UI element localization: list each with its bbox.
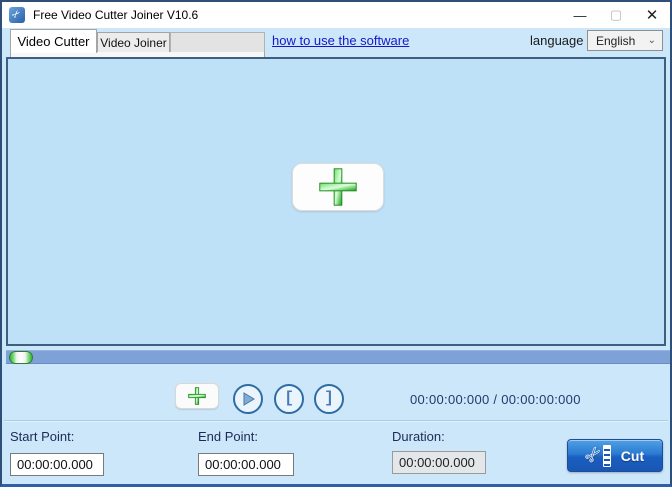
language-dropdown[interactable]: English ⌄ [587,30,663,51]
close-button[interactable]: ✕ [634,2,670,28]
add-file-button[interactable] [175,383,219,409]
start-point-input[interactable] [10,453,104,476]
cut-button-label: Cut [621,448,644,464]
tab-video-cutter[interactable]: Video Cutter [10,29,97,53]
duration-display [392,451,486,474]
language-value: English [596,34,635,48]
window-title: Free Video Cutter Joiner V10.6 [33,8,198,22]
end-point-label: End Point: [198,429,258,444]
duration-label: Duration: [392,429,445,444]
scissors-film-icon: ✄ [586,445,611,467]
section-divider [4,420,668,422]
play-button[interactable] [233,384,263,414]
playback-time-display: 00:00:00:000 / 00:00:00:000 [410,392,610,407]
green-plus-icon [187,386,207,406]
video-preview-area [6,57,666,346]
maximize-button: ▢ [598,2,634,28]
tab-strip-filler [170,32,265,53]
right-bracket-icon: ] [324,390,334,406]
seek-bar[interactable] [6,350,670,364]
left-bracket-icon: [ [284,390,294,406]
end-point-input[interactable] [198,453,294,476]
start-point-label: Start Point: [10,429,74,444]
title-bar: ✂ Free Video Cutter Joiner V10.6 — ▢ ✕ [2,2,670,28]
chevron-down-icon: ⌄ [648,35,656,46]
play-icon [239,390,257,408]
minimize-button[interactable]: — [562,2,598,28]
set-end-point-button[interactable]: ] [314,384,344,414]
set-start-point-button[interactable]: [ [274,384,304,414]
tab-video-joiner[interactable]: Video Joiner [97,32,170,53]
language-label: language [530,33,584,48]
seek-thumb[interactable] [9,351,33,364]
open-video-button[interactable] [292,163,384,211]
app-logo-scissors-icon: ✂ [9,7,25,23]
cut-button[interactable]: ✄ Cut [567,439,663,472]
app-window: ✂ Free Video Cutter Joiner V10.6 — ▢ ✕ V… [0,0,672,487]
help-link[interactable]: how to use the software [272,33,409,48]
green-plus-icon [315,164,361,210]
